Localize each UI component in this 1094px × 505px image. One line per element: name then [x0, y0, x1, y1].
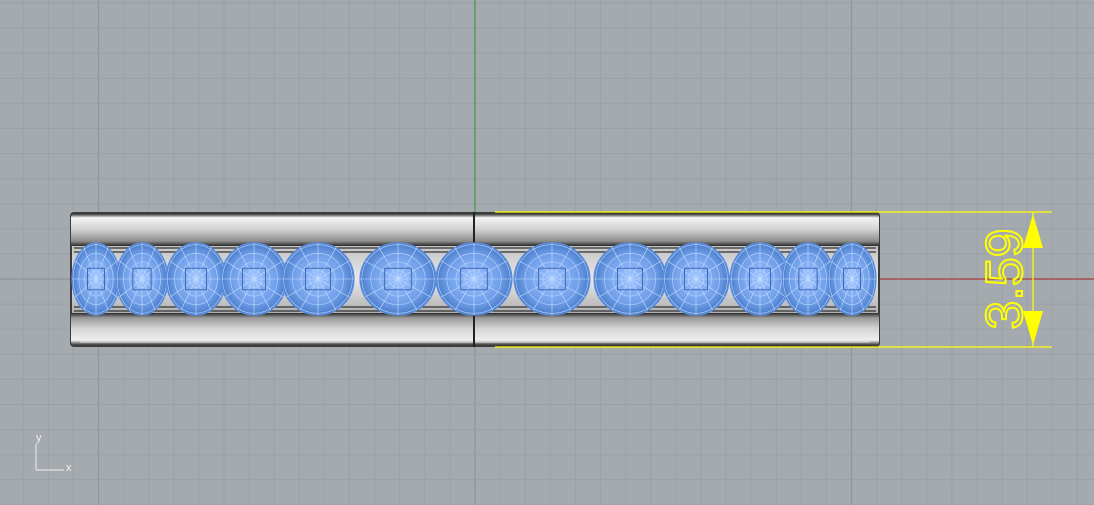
gem-stone[interactable] — [165, 242, 227, 316]
axis-indicator — [35, 444, 64, 471]
front-viewport[interactable]: 3.59 y x — [0, 0, 1094, 505]
gem-stone[interactable] — [115, 242, 169, 316]
viewport-canvas[interactable]: 3.59 — [0, 0, 1094, 505]
axis-indicator-y-label: y — [36, 432, 42, 444]
axis-indicator-x-label: x — [66, 462, 72, 474]
gem-stone[interactable] — [220, 242, 288, 316]
gem-stone[interactable] — [513, 242, 591, 316]
gem-stone[interactable] — [827, 242, 877, 316]
gem-stones[interactable] — [71, 242, 877, 316]
gem-stone[interactable] — [729, 242, 791, 316]
gem-stone[interactable] — [593, 242, 667, 316]
gem-stone[interactable] — [71, 242, 121, 316]
gem-stone[interactable] — [281, 242, 355, 316]
gem-stone[interactable] — [435, 242, 513, 316]
gem-stone[interactable] — [662, 242, 730, 316]
gem-stone[interactable] — [359, 242, 437, 316]
gem-stone[interactable] — [781, 242, 835, 316]
dimension-value[interactable]: 3.59 — [975, 227, 1035, 330]
